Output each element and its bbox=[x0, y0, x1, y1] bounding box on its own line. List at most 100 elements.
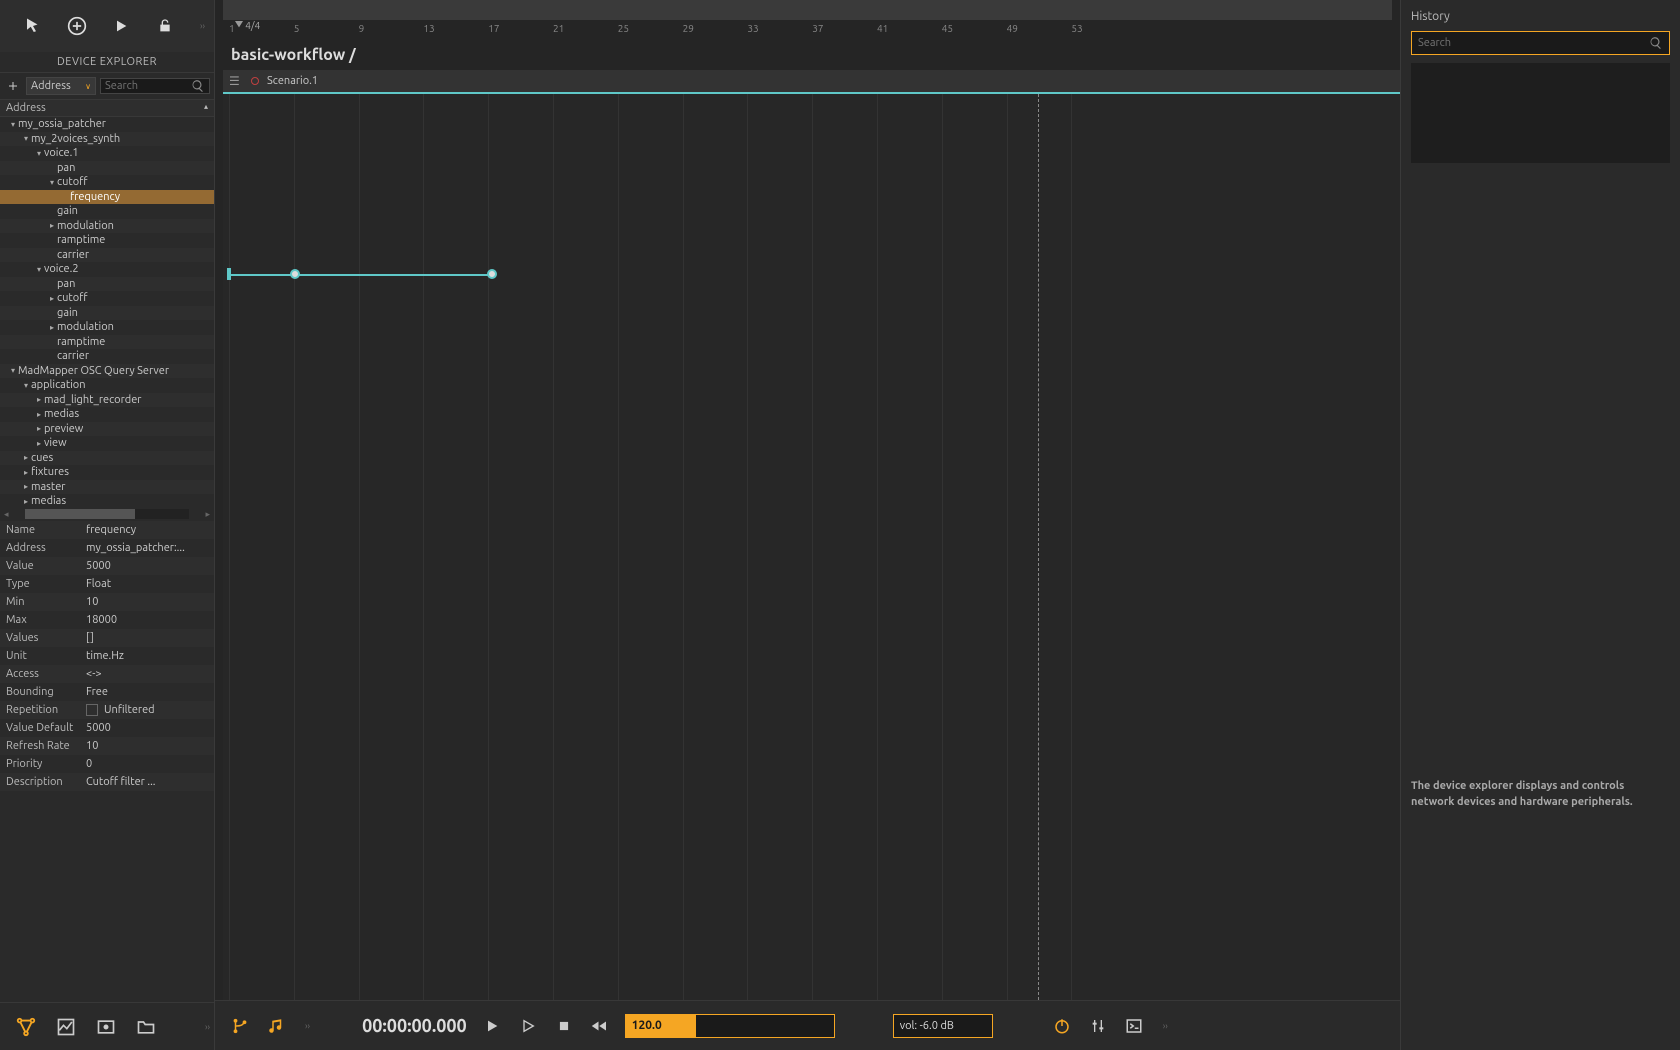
tempo-field[interactable]: 120.0 bbox=[625, 1014, 835, 1038]
expand-icon[interactable]: ▸ bbox=[21, 453, 31, 462]
tree-item-my-2voices-synth[interactable]: ▾my_2voices_synth bbox=[0, 132, 214, 147]
transport-rewind[interactable] bbox=[589, 1015, 611, 1037]
expand-icon[interactable]: ▾ bbox=[47, 178, 57, 187]
tree-item-fixtures[interactable]: ▸fixtures bbox=[0, 465, 214, 480]
playhead[interactable] bbox=[1038, 94, 1039, 1000]
tree-item-view[interactable]: ▸view bbox=[0, 436, 214, 451]
tree-item-gain[interactable]: gain bbox=[0, 204, 214, 219]
time-node[interactable] bbox=[290, 269, 300, 279]
panel-overflow[interactable]: ›› bbox=[201, 1022, 214, 1032]
time-signature[interactable]: 4/4 bbox=[235, 20, 260, 31]
prop-name[interactable]: Namefrequency bbox=[0, 521, 214, 539]
tree-item-voice-2[interactable]: ▾voice.2 bbox=[0, 262, 214, 277]
tree-item-mad-light-recorder[interactable]: ▸mad_light_recorder bbox=[0, 393, 214, 408]
tree-item-frequency[interactable]: frequency bbox=[0, 190, 214, 205]
transport-overflow-left[interactable]: ›› bbox=[301, 1021, 314, 1031]
expand-icon[interactable]: ▾ bbox=[8, 120, 18, 129]
transport-play-outline[interactable] bbox=[517, 1015, 539, 1037]
add-device-button[interactable] bbox=[4, 77, 22, 95]
branch-icon[interactable] bbox=[229, 1015, 251, 1037]
checkbox[interactable] bbox=[86, 704, 98, 716]
tree-item-medias[interactable]: ▸medias bbox=[0, 407, 214, 422]
transport-play[interactable] bbox=[481, 1015, 503, 1037]
tree-item-modulation[interactable]: ▸modulation bbox=[0, 219, 214, 234]
prop-description[interactable]: DescriptionCutoff filter ... bbox=[0, 773, 214, 791]
tree-item-carrier[interactable]: carrier bbox=[0, 349, 214, 364]
scroll-up-icon[interactable]: ▴ bbox=[204, 102, 208, 114]
prop-value-default[interactable]: Value Default5000 bbox=[0, 719, 214, 737]
volume-field[interactable]: vol: -6.0 dB bbox=[893, 1014, 993, 1038]
prop-refresh-rate[interactable]: Refresh Rate10 bbox=[0, 737, 214, 755]
transport-overflow-right[interactable]: ›› bbox=[1159, 1021, 1172, 1031]
media-panel-tab[interactable] bbox=[94, 1015, 118, 1039]
device-tree[interactable]: ▾my_ossia_patcher▾my_2voices_synth▾voice… bbox=[0, 117, 214, 507]
expand-icon[interactable]: ▸ bbox=[21, 497, 31, 506]
add-button[interactable] bbox=[64, 13, 90, 39]
prop-value[interactable]: Value5000 bbox=[0, 557, 214, 575]
expand-icon[interactable]: ▾ bbox=[21, 134, 31, 143]
history-list[interactable] bbox=[1411, 63, 1670, 163]
device-search[interactable] bbox=[100, 78, 210, 94]
interval[interactable] bbox=[229, 274, 492, 276]
chart-panel-tab[interactable] bbox=[54, 1015, 78, 1039]
expand-icon[interactable]: ▸ bbox=[21, 468, 31, 477]
expand-icon[interactable]: ▾ bbox=[34, 149, 44, 158]
tree-item-carrier[interactable]: carrier bbox=[0, 248, 214, 263]
prop-unit[interactable]: Unittime.Hz bbox=[0, 647, 214, 665]
device-panel-tab[interactable] bbox=[14, 1015, 38, 1039]
menu-icon[interactable]: ☰ bbox=[229, 74, 243, 88]
expand-icon[interactable]: ▸ bbox=[47, 221, 57, 230]
tree-item-medias[interactable]: ▸medias bbox=[0, 494, 214, 507]
console-button[interactable] bbox=[1123, 1015, 1145, 1037]
address-mode-select[interactable]: Address ∨ bbox=[26, 77, 96, 95]
expand-icon[interactable]: ▸ bbox=[34, 395, 44, 404]
prop-type[interactable]: TypeFloat bbox=[0, 575, 214, 593]
toolbar-overflow[interactable]: ›› bbox=[196, 21, 209, 31]
prop-min[interactable]: Min10 bbox=[0, 593, 214, 611]
tree-item-preview[interactable]: ▸preview bbox=[0, 422, 214, 437]
interval-start[interactable] bbox=[227, 268, 231, 280]
tree-item-voice-1[interactable]: ▾voice.1 bbox=[0, 146, 214, 161]
history-search[interactable] bbox=[1411, 31, 1670, 55]
prop-values[interactable]: Values[] bbox=[0, 629, 214, 647]
tree-item-ramptime[interactable]: ramptime bbox=[0, 233, 214, 248]
lock-button[interactable] bbox=[152, 13, 178, 39]
minimap[interactable] bbox=[223, 0, 1392, 20]
scroll-right-icon[interactable]: ▸ bbox=[201, 509, 214, 520]
scroll-left-icon[interactable]: ◂ bbox=[0, 509, 13, 520]
tree-item-cues[interactable]: ▸cues bbox=[0, 451, 214, 466]
folder-panel-tab[interactable] bbox=[134, 1015, 158, 1039]
expand-icon[interactable]: ▾ bbox=[34, 265, 44, 274]
tree-item-gain[interactable]: gain bbox=[0, 306, 214, 321]
record-indicator[interactable] bbox=[251, 77, 259, 85]
expand-icon[interactable]: ▸ bbox=[47, 294, 57, 303]
history-search-input[interactable] bbox=[1418, 37, 1649, 49]
tree-item-application[interactable]: ▾application bbox=[0, 378, 214, 393]
prop-repetition[interactable]: RepetitionUnfiltered bbox=[0, 701, 214, 719]
mixer-button[interactable] bbox=[1087, 1015, 1109, 1037]
device-search-input[interactable] bbox=[105, 80, 191, 92]
tree-item-ramptime[interactable]: ramptime bbox=[0, 335, 214, 350]
expand-icon[interactable]: ▸ bbox=[34, 439, 44, 448]
timecode[interactable]: 00:00:00.000 bbox=[362, 1016, 467, 1036]
music-icon[interactable] bbox=[265, 1015, 287, 1037]
tree-item-pan[interactable]: pan bbox=[0, 277, 214, 292]
tree-item-cutoff[interactable]: ▸cutoff bbox=[0, 291, 214, 306]
expand-icon[interactable]: ▸ bbox=[34, 410, 44, 419]
expand-icon[interactable]: ▸ bbox=[34, 424, 44, 433]
tree-item-my-ossia-patcher[interactable]: ▾my_ossia_patcher bbox=[0, 117, 214, 132]
tree-item-master[interactable]: ▸master bbox=[0, 480, 214, 495]
scenario-header[interactable]: ☰ Scenario.1 bbox=[223, 70, 1400, 94]
play-button[interactable] bbox=[108, 13, 134, 39]
expand-icon[interactable]: ▾ bbox=[21, 381, 31, 390]
time-node[interactable] bbox=[487, 269, 497, 279]
expand-icon[interactable]: ▾ bbox=[8, 366, 18, 375]
prop-access[interactable]: Access<-> bbox=[0, 665, 214, 683]
expand-icon[interactable]: ▸ bbox=[21, 482, 31, 491]
transport-stop[interactable] bbox=[553, 1015, 575, 1037]
power-button[interactable] bbox=[1051, 1015, 1073, 1037]
tree-item-madmapper-osc-query-server[interactable]: ▾MadMapper OSC Query Server bbox=[0, 364, 214, 379]
prop-max[interactable]: Max18000 bbox=[0, 611, 214, 629]
tree-item-modulation[interactable]: ▸modulation bbox=[0, 320, 214, 335]
tree-item-cutoff[interactable]: ▾cutoff bbox=[0, 175, 214, 190]
